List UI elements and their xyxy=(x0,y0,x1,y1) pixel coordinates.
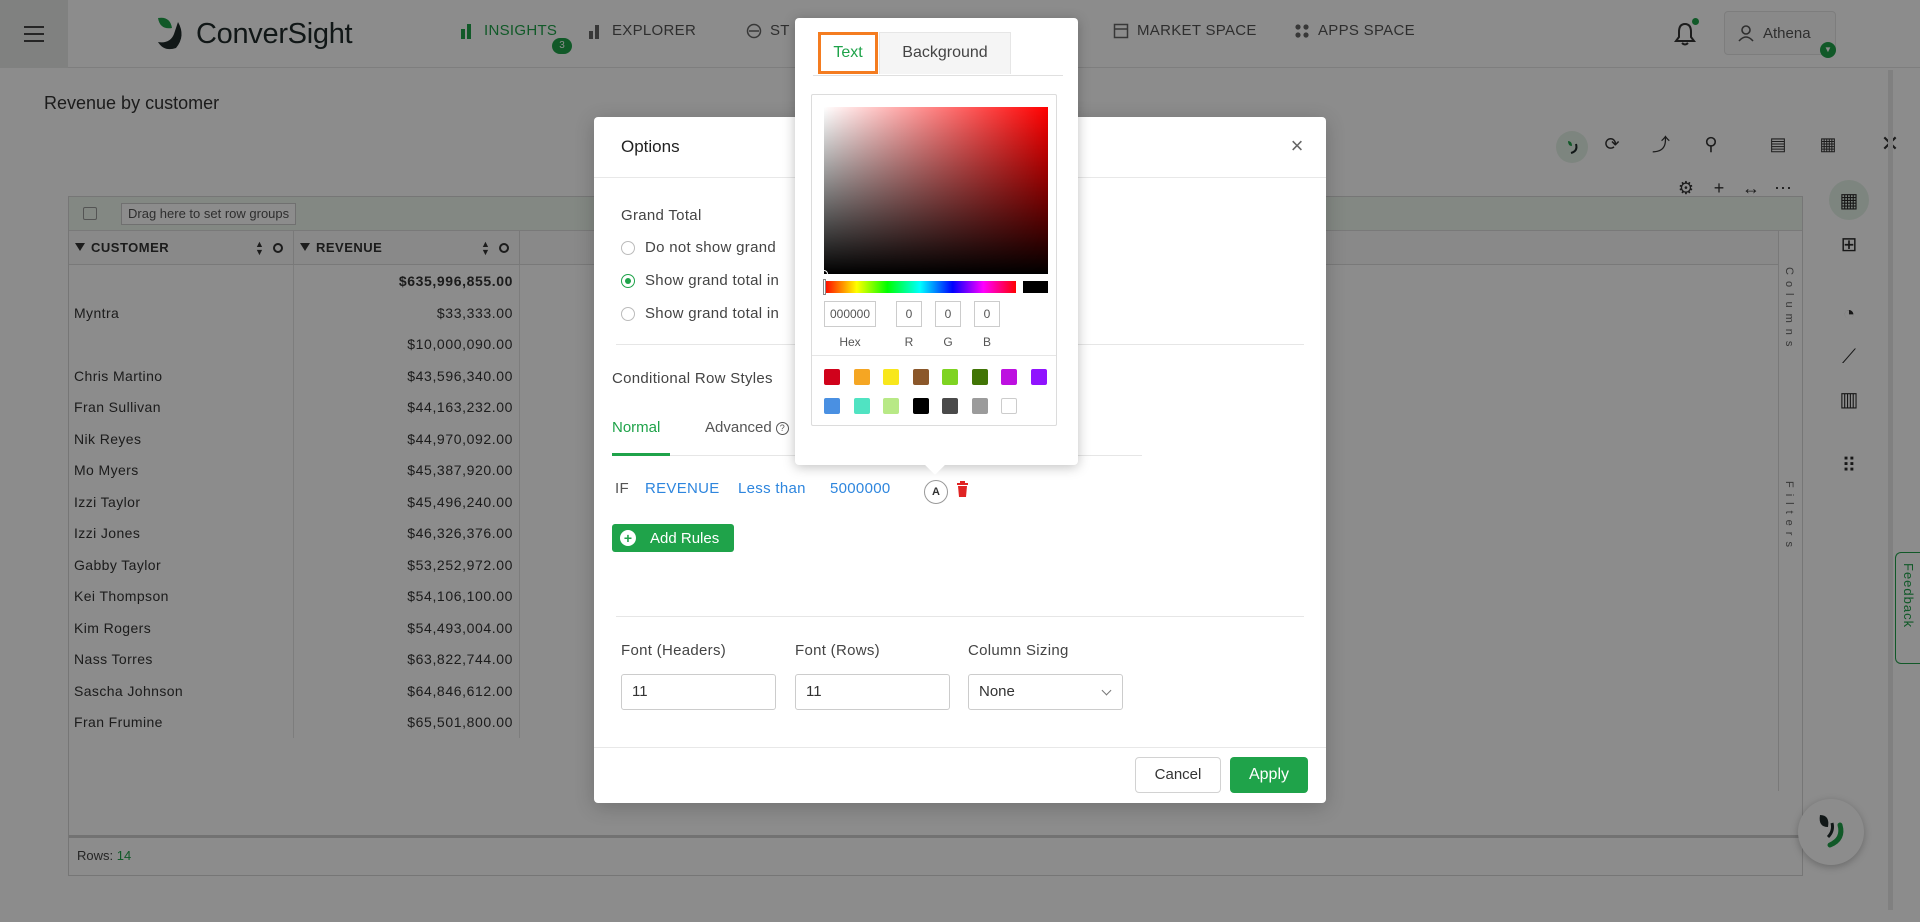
conditional-row-styles-label: Conditional Row Styles xyxy=(612,370,773,387)
tab-advanced[interactable]: Advanced? xyxy=(705,419,789,436)
color-swatch[interactable] xyxy=(883,369,899,385)
radio-label: Do not show grand xyxy=(645,239,777,256)
color-swatch[interactable] xyxy=(853,369,870,385)
color-swatch[interactable] xyxy=(912,398,929,414)
color-swatch[interactable] xyxy=(971,369,988,385)
radio-label: Show grand total in xyxy=(645,272,780,289)
hue-slider[interactable] xyxy=(824,281,1016,293)
add-rules-button[interactable]: + Add Rules xyxy=(612,524,734,552)
grand-total-option-2[interactable]: Show grand total in xyxy=(621,272,779,289)
radio-label: Show grand total in xyxy=(645,305,780,322)
rule-field[interactable]: REVENUE xyxy=(645,480,720,497)
color-swatch[interactable] xyxy=(942,369,958,385)
color-swatch[interactable] xyxy=(971,398,988,414)
radio-button-selected[interactable] xyxy=(621,273,635,288)
color-swatch[interactable] xyxy=(1001,369,1017,385)
saturation-area[interactable] xyxy=(824,107,1048,274)
font-headers-input[interactable]: 11 xyxy=(621,674,776,710)
color-swatch[interactable] xyxy=(1030,369,1047,385)
color-swatch[interactable] xyxy=(942,398,958,414)
modal-footer: Cancel Apply xyxy=(594,747,1326,803)
radio-button[interactable] xyxy=(621,240,635,255)
grand-total-label: Grand Total xyxy=(621,207,702,224)
color-swatch[interactable] xyxy=(883,398,899,414)
tab-divider xyxy=(813,75,1063,76)
swatch-divider xyxy=(812,355,1056,356)
apply-button[interactable]: Apply xyxy=(1230,757,1308,793)
section-divider xyxy=(616,616,1304,617)
color-preview xyxy=(1023,281,1048,293)
rule-text-style-button[interactable]: A xyxy=(924,480,948,504)
hue-slider-handle[interactable] xyxy=(823,279,826,295)
font-rows-label: Font (Rows) xyxy=(795,642,880,659)
color-swatch[interactable] xyxy=(912,369,929,385)
green-label: G xyxy=(943,335,953,349)
modal-title: Options xyxy=(621,137,680,156)
red-label: R xyxy=(904,335,914,349)
red-input[interactable]: 0 xyxy=(896,301,922,327)
cancel-button[interactable]: Cancel xyxy=(1135,757,1221,793)
rule-if-keyword: IF xyxy=(615,480,629,497)
add-rules-label: Add Rules xyxy=(650,529,720,547)
blue-input[interactable]: 0 xyxy=(974,301,1000,327)
delete-rule-icon[interactable] xyxy=(956,481,969,497)
tab-label: Advanced xyxy=(705,419,772,436)
column-sizing-label: Column Sizing xyxy=(968,642,1069,659)
color-swatch[interactable] xyxy=(824,398,840,414)
tab-text[interactable]: Text xyxy=(818,32,878,74)
color-swatch[interactable] xyxy=(853,398,870,414)
hex-label: Hex xyxy=(839,335,861,349)
rule-operator[interactable]: Less than xyxy=(738,480,806,497)
help-icon[interactable]: ? xyxy=(775,421,789,435)
grand-total-option-3[interactable]: Show grand total in xyxy=(621,305,779,322)
column-sizing-select[interactable]: None xyxy=(968,674,1123,710)
font-headers-label: Font (Headers) xyxy=(621,642,727,659)
font-rows-input[interactable]: 11 xyxy=(795,674,950,710)
rule-value[interactable]: 5000000 xyxy=(830,480,891,497)
color-swatch[interactable] xyxy=(824,369,840,385)
plus-icon: + xyxy=(620,530,636,546)
select-value: None xyxy=(979,683,1015,700)
saturation-handle[interactable] xyxy=(820,270,828,278)
color-picker-popover: Background Text 000000 0 0 0 Hex R G B xyxy=(795,18,1078,465)
color-swatch[interactable] xyxy=(1001,398,1017,414)
green-input[interactable]: 0 xyxy=(935,301,961,327)
grand-total-option-1[interactable]: Do not show grand xyxy=(621,239,776,256)
color-picker-body: 000000 0 0 0 Hex R G B xyxy=(811,94,1057,426)
radio-button[interactable] xyxy=(621,306,635,321)
active-tab-indicator xyxy=(612,453,670,456)
tab-background[interactable]: Background xyxy=(879,32,1011,74)
hex-input[interactable]: 000000 xyxy=(824,301,876,327)
chevron-down-icon xyxy=(1101,685,1112,696)
tab-normal[interactable]: Normal xyxy=(612,419,660,436)
close-icon[interactable]: × xyxy=(1286,135,1308,157)
blue-label: B xyxy=(982,335,991,349)
